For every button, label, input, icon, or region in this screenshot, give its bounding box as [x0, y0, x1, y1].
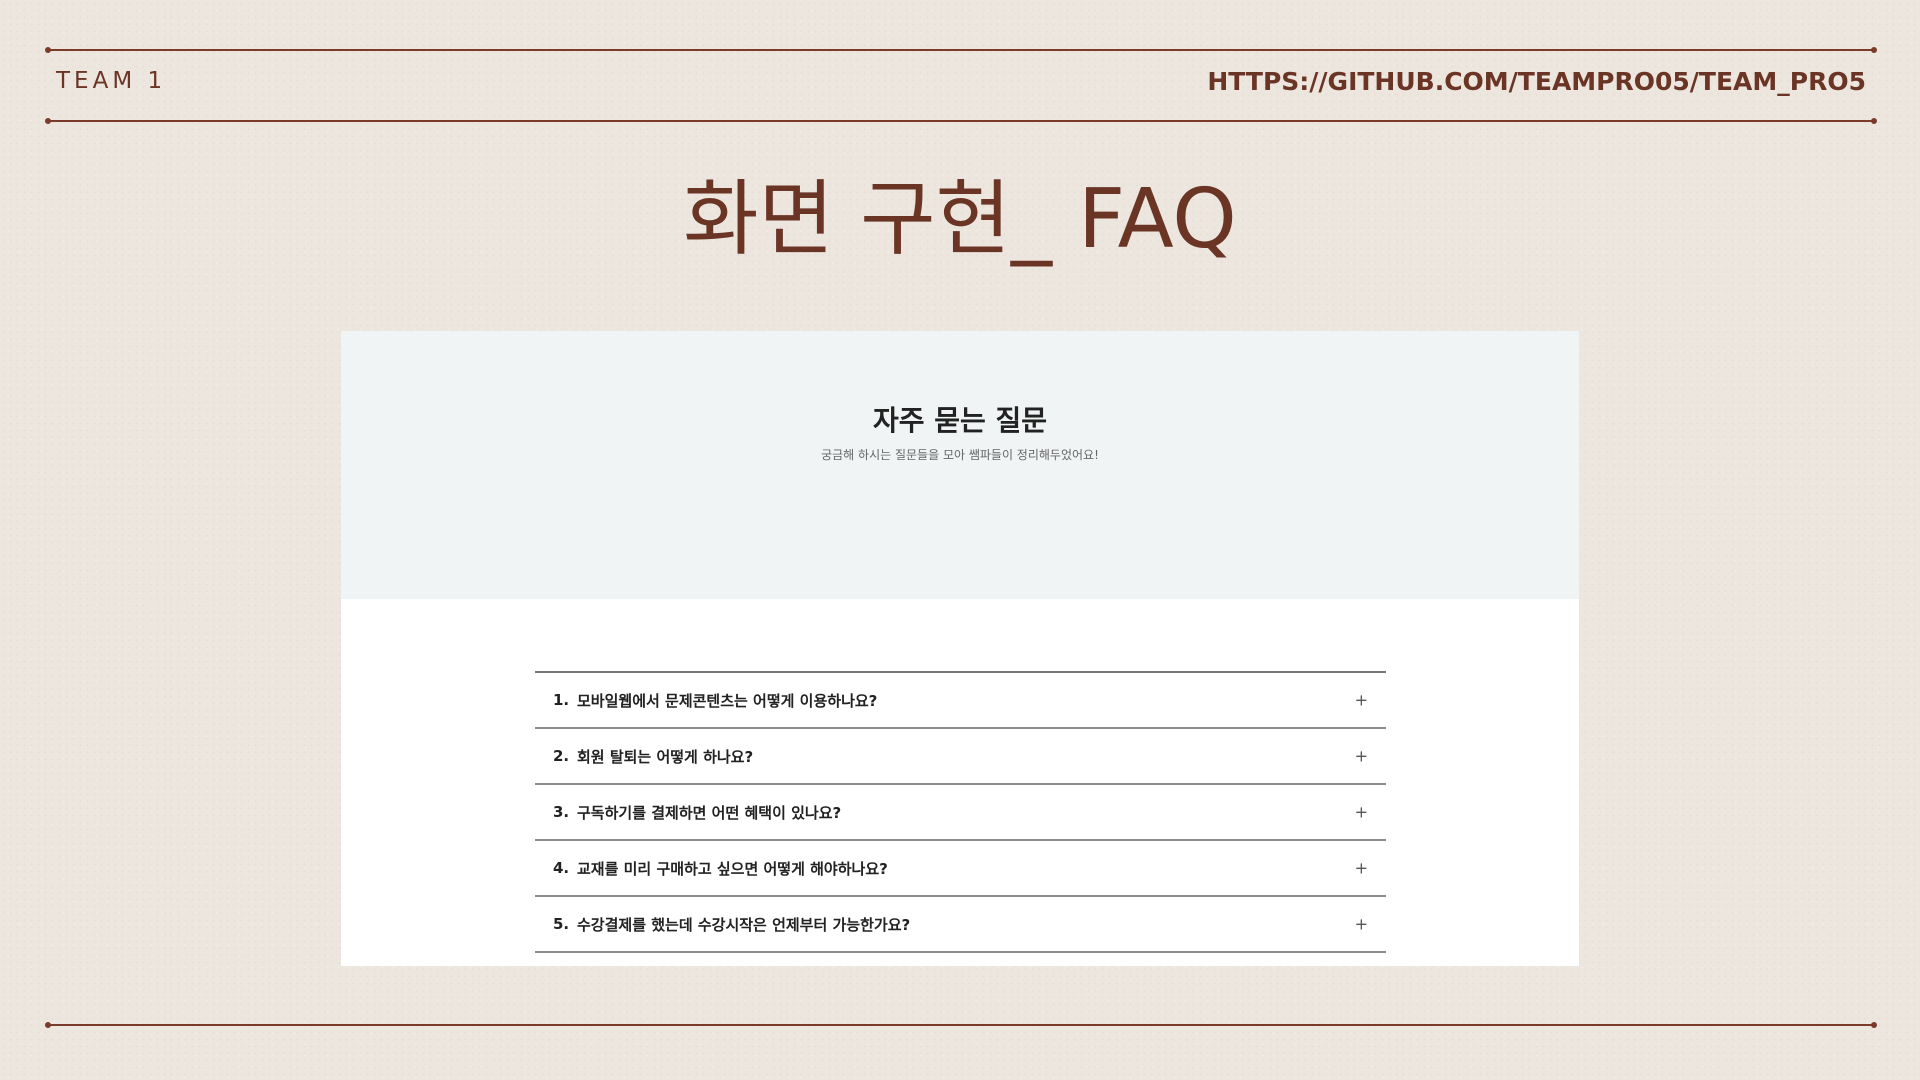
- faq-list: 1. 모바일웹에서 문제콘텐츠는 어떻게 이용하나요? + 2. 회원 탈퇴는 …: [535, 671, 1386, 953]
- faq-item[interactable]: 3. 구독하기를 결제하면 어떤 혜택이 있나요? +: [535, 785, 1386, 841]
- faq-number: 5.: [553, 915, 570, 933]
- faq-item[interactable]: 1. 모바일웹에서 문제콘텐츠는 어떻게 이용하나요? +: [535, 673, 1386, 729]
- plus-icon[interactable]: +: [1355, 859, 1368, 878]
- plus-icon[interactable]: +: [1355, 747, 1368, 766]
- faq-page-subtitle: 궁금해 하시는 질문들을 모아 쌤파들이 정리해두었어요!: [821, 448, 1099, 462]
- faq-hero: 자주 묻는 질문 궁금해 하시는 질문들을 모아 쌤파들이 정리해두었어요!: [341, 331, 1579, 599]
- plus-icon[interactable]: +: [1355, 803, 1368, 822]
- header-divider: [45, 118, 1877, 124]
- faq-question: 회원 탈퇴는 어떻게 하나요?: [577, 747, 754, 766]
- faq-question: 교재를 미리 구매하고 싶으면 어떻게 해야하나요?: [577, 859, 888, 878]
- faq-number: 1.: [553, 691, 570, 709]
- bottom-rule: [45, 1022, 1877, 1028]
- faq-question: 모바일웹에서 문제콘텐츠는 어떻게 이용하나요?: [577, 691, 878, 710]
- plus-icon[interactable]: +: [1355, 915, 1368, 934]
- team-label: TEAM 1: [56, 68, 167, 94]
- faq-question: 구독하기를 결제하면 어떤 혜택이 있나요?: [577, 803, 842, 822]
- faq-number: 4.: [553, 859, 570, 877]
- faq-number: 2.: [553, 747, 570, 765]
- faq-item[interactable]: 5. 수강결제를 했는데 수강시작은 언제부터 가능한가요? +: [535, 897, 1386, 953]
- plus-icon[interactable]: +: [1355, 691, 1368, 710]
- faq-item[interactable]: 2. 회원 탈퇴는 어떻게 하나요? +: [535, 729, 1386, 785]
- faq-number: 3.: [553, 803, 570, 821]
- faq-page-title: 자주 묻는 질문: [872, 404, 1048, 437]
- slide-title: 화면 구현_ FAQ: [683, 172, 1237, 267]
- top-rule: [45, 47, 1877, 53]
- faq-question: 수강결제를 했는데 수강시작은 언제부터 가능한가요?: [577, 915, 911, 934]
- faq-screenshot: 자주 묻는 질문 궁금해 하시는 질문들을 모아 쌤파들이 정리해두었어요! 1…: [341, 331, 1579, 966]
- github-url: HTTPS://GITHUB.COM/TEAMPRO05/TEAM_PRO5: [1207, 67, 1866, 96]
- faq-item[interactable]: 4. 교재를 미리 구매하고 싶으면 어떻게 해야하나요? +: [535, 841, 1386, 897]
